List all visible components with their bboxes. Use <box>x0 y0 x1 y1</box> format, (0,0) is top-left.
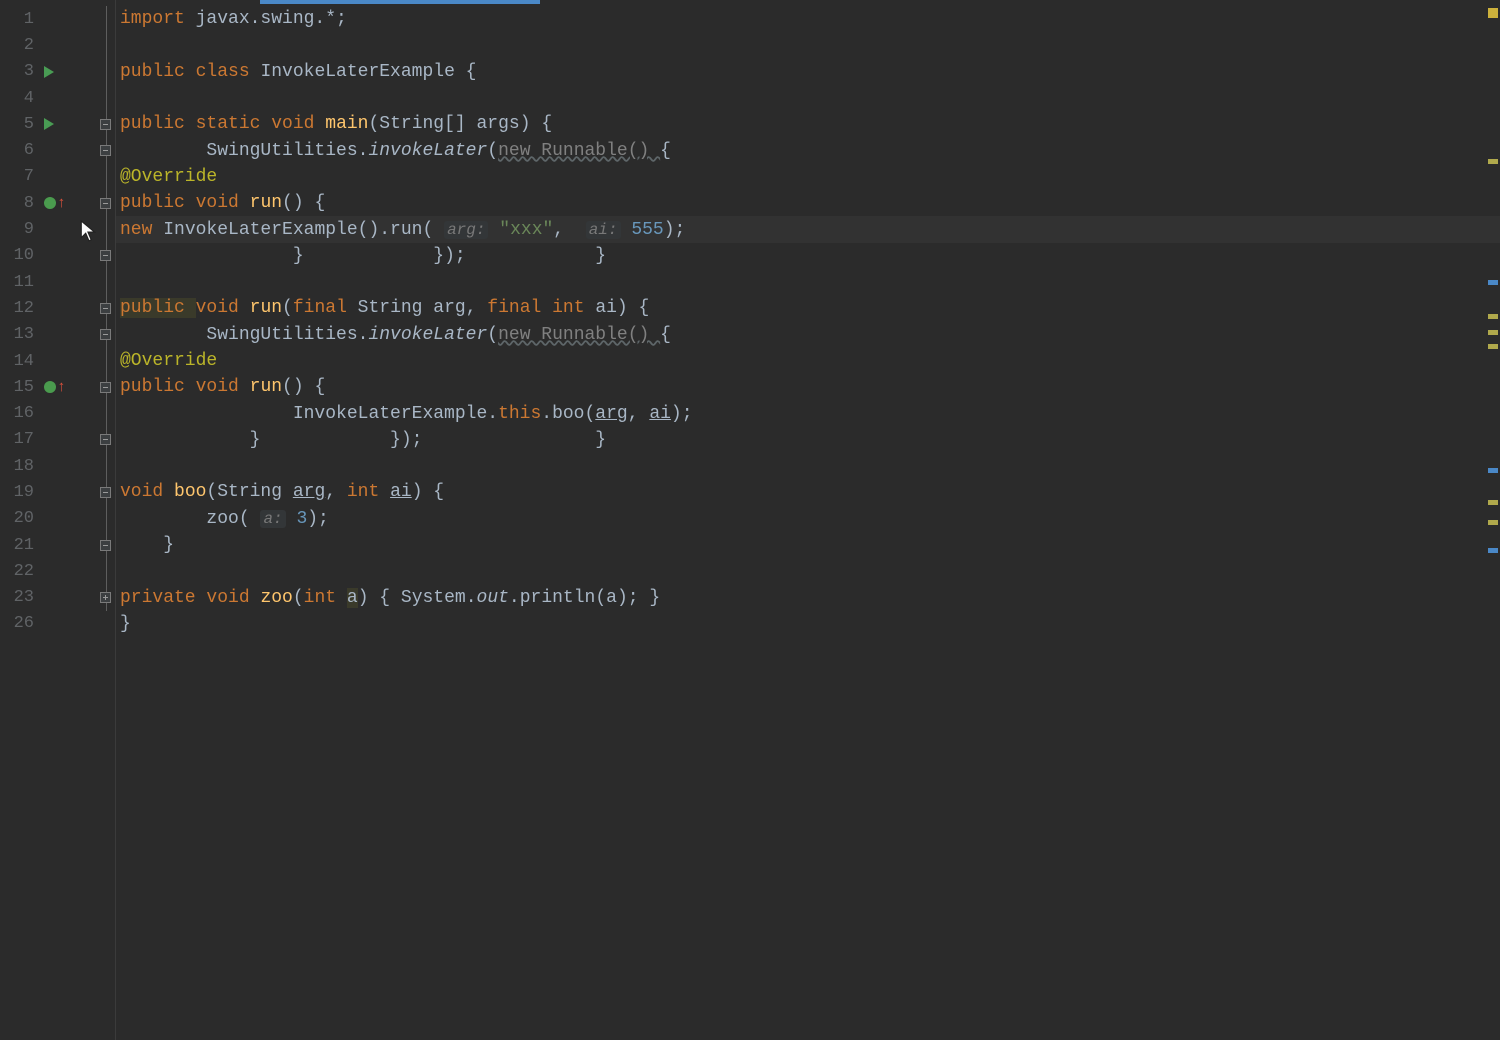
fold-toggle-icon[interactable] <box>100 382 111 393</box>
inspection-bulb-icon[interactable] <box>44 197 56 209</box>
code-line: public class InvokeLaterExample { <box>116 59 1500 85</box>
code-line: private void zoo(int a) { System.out.pri… <box>116 585 1500 611</box>
line-number[interactable]: 20 <box>0 509 34 528</box>
stripe-mark[interactable] <box>1488 314 1498 319</box>
code-line <box>116 558 1500 584</box>
line-number[interactable]: 18 <box>0 457 34 476</box>
line-number[interactable]: 22 <box>0 562 34 581</box>
fold-toggle-icon[interactable] <box>100 329 111 340</box>
line-number[interactable]: 13 <box>0 325 34 344</box>
code-line: import javax.swing.*; <box>116 6 1500 32</box>
code-line: SwingUtilities.invokeLater(new Runnable(… <box>116 137 1500 163</box>
inspection-bulb-icon[interactable] <box>44 381 56 393</box>
fold-toggle-icon[interactable] <box>100 487 111 498</box>
run-icon[interactable] <box>44 66 54 78</box>
code-line: } <box>116 532 1500 558</box>
stripe-mark[interactable] <box>1488 548 1498 553</box>
stripe-mark[interactable] <box>1488 520 1498 525</box>
line-number[interactable]: 26 <box>0 614 34 633</box>
line-number[interactable]: 4 <box>0 89 34 108</box>
fold-toggle-icon[interactable] <box>100 145 111 156</box>
line-number[interactable]: 15 <box>0 378 34 397</box>
code-line: } <box>116 611 1500 637</box>
line-number[interactable]: 21 <box>0 536 34 555</box>
code-line: void boo(String arg, int ai) { <box>116 479 1500 505</box>
code-line: public static void main(String[] args) { <box>116 111 1500 137</box>
code-line: } }); } <box>116 243 1500 269</box>
line-number[interactable]: 1 <box>0 10 34 29</box>
code-line <box>116 85 1500 111</box>
line-number[interactable]: 9 <box>0 220 34 239</box>
code-line: } }); } <box>116 427 1500 453</box>
code-line: public void run(final String arg, final … <box>116 295 1500 321</box>
code-line-current: new InvokeLaterExample().run( arg: "xxx"… <box>116 216 1500 242</box>
stripe-mark[interactable] <box>1488 468 1498 473</box>
override-up-icon[interactable]: ↑ <box>57 379 66 396</box>
line-number[interactable]: 8 <box>0 194 34 213</box>
code-text-area[interactable]: import javax.swing.*; public class Invok… <box>116 0 1500 1040</box>
line-number[interactable]: 14 <box>0 352 34 371</box>
line-number[interactable]: 6 <box>0 141 34 160</box>
line-number[interactable]: 3 <box>0 62 34 81</box>
fold-toggle-icon[interactable] <box>100 250 111 261</box>
stripe-mark[interactable] <box>1488 330 1498 335</box>
gutter[interactable]: 1 2 3 4 5 6 7 8 ↑ 9 10 11 12 13 14 15 ↑ 16… <box>0 0 96 1040</box>
code-line: public void run() { <box>116 374 1500 400</box>
code-line: @Override <box>116 164 1500 190</box>
line-number[interactable]: 23 <box>0 588 34 607</box>
line-number[interactable]: 19 <box>0 483 34 502</box>
fold-toggle-icon[interactable] <box>100 198 111 209</box>
mouse-cursor-icon <box>80 220 98 248</box>
stripe-mark[interactable] <box>1488 159 1498 164</box>
code-line: InvokeLaterExample.this.boo(arg, ai); <box>116 400 1500 426</box>
fold-toggle-icon[interactable] <box>100 119 111 130</box>
line-number[interactable]: 2 <box>0 36 34 55</box>
code-line: zoo( a: 3); <box>116 506 1500 532</box>
fold-column[interactable] <box>96 0 116 1040</box>
line-number[interactable]: 16 <box>0 404 34 423</box>
run-icon[interactable] <box>44 118 54 130</box>
code-line <box>116 453 1500 479</box>
line-number[interactable]: 10 <box>0 246 34 265</box>
line-number[interactable]: 5 <box>0 115 34 134</box>
override-up-icon[interactable]: ↑ <box>57 195 66 212</box>
error-stripe[interactable] <box>1486 0 1500 1040</box>
code-line <box>116 269 1500 295</box>
code-line: @Override <box>116 348 1500 374</box>
line-number[interactable]: 11 <box>0 273 34 292</box>
code-line: public void run() { <box>116 190 1500 216</box>
stripe-mark[interactable] <box>1488 344 1498 349</box>
stripe-mark[interactable] <box>1488 280 1498 285</box>
fold-expand-icon[interactable] <box>100 592 111 603</box>
code-editor[interactable]: 1 2 3 4 5 6 7 8 ↑ 9 10 11 12 13 14 15 ↑ 16… <box>0 0 1500 1040</box>
fold-toggle-icon[interactable] <box>100 540 111 551</box>
line-number[interactable]: 17 <box>0 430 34 449</box>
line-number[interactable]: 12 <box>0 299 34 318</box>
stripe-mark[interactable] <box>1488 500 1498 505</box>
code-line <box>116 32 1500 58</box>
fold-toggle-icon[interactable] <box>100 303 111 314</box>
fold-toggle-icon[interactable] <box>100 434 111 445</box>
code-line: SwingUtilities.invokeLater(new Runnable(… <box>116 322 1500 348</box>
line-number[interactable]: 7 <box>0 167 34 186</box>
